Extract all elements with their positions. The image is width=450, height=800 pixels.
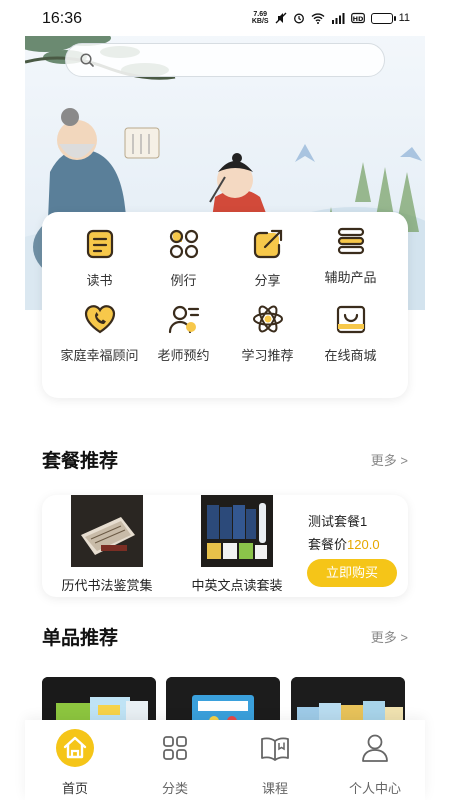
single-section-title: 单品推荐 [42,628,119,649]
nav-icon-wrap [155,728,195,768]
nav-label: 个人中心 [348,781,401,796]
menu-item-reading[interactable]: 读书 [54,227,145,289]
share-icon [253,229,282,259]
package-more-link[interactable]: 更多 > [371,450,408,469]
menu-label: 分享 [254,273,281,288]
package-price-row: 套餐价120.0 [308,534,380,553]
package-price-value: 120.0 [347,537,380,552]
hd-icon: HD [350,12,365,24]
package-product-name: 历代书法鉴赏集 [61,578,153,593]
package-card[interactable]: 历代书法鉴赏集 中英文点读套装 测试套餐1 套餐价120.0 立即购买 [42,495,408,597]
product-image [71,495,143,567]
category-grid-icon [163,736,187,760]
menu-item-teacher-booking[interactable]: 老师预约 [138,302,229,364]
menu-item-routine[interactable]: 例行 [138,227,229,289]
teacher-icon [168,305,199,334]
status-bar: 16:36 7.69 KB/S HD 11 [0,0,450,36]
package-product-name: 中英文点读套装 [191,578,283,593]
menu-label: 读书 [86,273,113,288]
menu-item-aux-products[interactable]: 辅助产品 [305,224,396,286]
svg-text:HD: HD [352,15,363,23]
package-section-title: 套餐推荐 [42,451,119,472]
battery-icon [370,12,396,24]
signal-icon [331,13,345,24]
search-icon [80,53,94,67]
nav-label: 课程 [261,781,288,796]
menu-label: 学习推荐 [241,348,294,363]
network-speed-value: 7.69 [253,11,268,18]
single-more-link[interactable]: 更多 > [371,627,408,646]
nav-profile[interactable]: 个人中心 [325,720,425,800]
package-name: 测试套餐1 [308,514,368,529]
package-product-bilingual-reader[interactable]: 中英文点读套装 [182,495,292,594]
atom-icon [252,305,283,333]
network-speed-unit: KB/S [251,18,269,25]
alarm-icon [293,13,304,24]
menu-label: 家庭幸福顾问 [60,348,139,363]
user-icon [362,734,388,762]
feature-menu: 读书 例行 分享 辅助产品 家庭幸福顾问 老师预约 学习推荐 在线商城 [42,212,408,398]
nav-home[interactable]: 首页 [25,720,125,800]
nav-courses[interactable]: 课程 [225,720,325,800]
nav-category[interactable]: 分类 [125,720,225,800]
battery-level: 11 [398,12,410,24]
menu-item-family-advisor[interactable]: 家庭幸福顾问 [54,302,145,364]
nav-icon-wrap [355,728,395,768]
search-input[interactable] [65,43,385,77]
menu-item-share[interactable]: 分享 [222,227,313,289]
wifi-icon [311,13,325,24]
heart-phone-icon [84,305,115,334]
menu-label: 老师预约 [157,348,210,363]
grid-flower-icon [169,229,198,259]
menu-item-study-recommend[interactable]: 学习推荐 [222,302,313,364]
package-price-label: 套餐价 [308,537,348,552]
menu-label: 在线商城 [324,348,377,363]
nav-icon-wrap [55,728,95,768]
nav-label: 首页 [61,781,88,796]
bottom-navigation: 首页 分类 课程 个人中心 [25,720,425,800]
package-product-calligraphy[interactable]: 历代书法鉴赏集 [57,495,157,594]
book-icon [86,229,113,259]
menu-item-online-store[interactable]: 在线商城 [305,302,396,364]
nav-icon-wrap [255,728,295,768]
shopping-bag-icon [336,305,365,334]
stack-icon [337,227,364,255]
status-icons: 7.69 KB/S HD 11 [252,11,410,25]
network-speed: 7.69 KB/S [252,11,269,25]
open-book-icon [261,737,289,761]
menu-label: 例行 [170,273,197,288]
product-image [201,495,273,567]
buy-now-button[interactable]: 立即购买 [307,559,397,587]
status-time: 16:36 [42,10,83,27]
menu-label: 辅助产品 [324,270,377,285]
nav-label: 分类 [161,781,188,796]
home-icon [56,729,94,767]
mute-icon [275,12,287,24]
